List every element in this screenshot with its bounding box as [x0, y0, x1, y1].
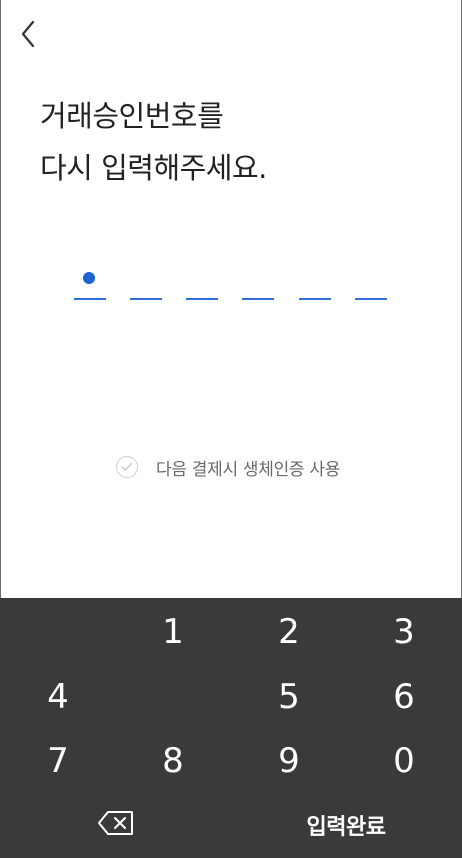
pin-dot-filled: [83, 272, 95, 284]
pin-slot: [355, 265, 387, 305]
backspace-button[interactable]: [58, 793, 174, 857]
pin-underline: [355, 298, 387, 300]
page-title: 거래승인번호를 다시 입력해주세요.: [40, 90, 267, 194]
pin-underline: [299, 298, 331, 300]
pin-underline: [186, 298, 218, 300]
key-9[interactable]: 9: [231, 729, 347, 793]
pin-underline: [130, 298, 162, 300]
back-button[interactable]: [12, 18, 44, 54]
pin-input[interactable]: [0, 265, 462, 305]
pin-slot: [130, 265, 162, 305]
pin-underline: [242, 298, 274, 300]
submit-button[interactable]: 입력완료: [288, 793, 404, 857]
key-empty: [0, 600, 116, 664]
key-2[interactable]: 2: [231, 600, 347, 664]
number-keypad: 1 2 3 4 5 6 7 8 9 0 입력완료: [0, 598, 462, 858]
page-title-line2: 다시 입력해주세요.: [40, 151, 267, 185]
key-1[interactable]: 1: [115, 600, 231, 664]
backspace-icon: [97, 805, 135, 845]
pin-underline: [74, 298, 106, 300]
key-7[interactable]: 7: [0, 729, 116, 793]
pin-slot: [299, 265, 331, 305]
check-circle-icon[interactable]: [116, 456, 138, 478]
pin-slot: [186, 265, 218, 305]
key-8[interactable]: 8: [115, 729, 231, 793]
key-4[interactable]: 4: [0, 665, 116, 729]
biometric-option[interactable]: 다음 결제시 생체인증 사용: [116, 454, 340, 480]
pin-slot: [242, 265, 274, 305]
page-title-line1: 거래승인번호를: [40, 99, 224, 133]
biometric-label: 다음 결제시 생체인증 사용: [156, 459, 341, 480]
chevron-left-icon: [20, 20, 36, 52]
key-empty: [115, 665, 231, 729]
key-5[interactable]: 5: [231, 665, 347, 729]
key-3[interactable]: 3: [346, 600, 462, 664]
key-6[interactable]: 6: [346, 665, 462, 729]
pin-slot: [74, 265, 106, 305]
key-0[interactable]: 0: [346, 729, 462, 793]
